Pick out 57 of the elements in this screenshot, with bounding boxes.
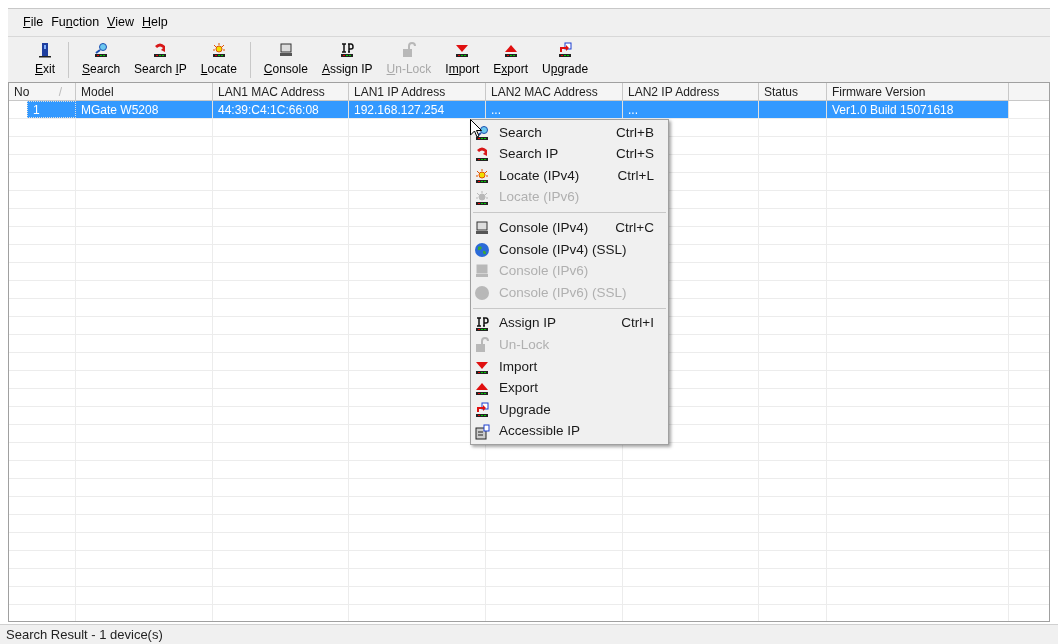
mouse-cursor-icon <box>470 119 482 138</box>
flashing-device-icon <box>210 41 227 58</box>
column-header[interactable]: Firmware Version <box>827 83 1009 100</box>
padlock-icon <box>400 41 417 58</box>
ip-device-icon <box>339 41 356 58</box>
flashing-device-icon <box>474 189 490 206</box>
menu-item[interactable]: Console (IPv4) (SSL) <box>471 238 668 261</box>
menu-item[interactable]: Import <box>471 355 668 378</box>
menu-item[interactable]: Help <box>139 13 171 32</box>
arrow-device-icon <box>474 146 490 163</box>
toolbar-button[interactable]: Upgrade <box>535 41 596 78</box>
upgrade-device-icon <box>557 41 574 58</box>
menu-item[interactable]: Upgrade <box>471 399 668 421</box>
padlock-icon <box>474 337 490 354</box>
table-cell: 1 <box>27 101 76 118</box>
column-header[interactable]: LAN1 IP Address <box>349 83 486 100</box>
globe-icon <box>474 241 490 258</box>
table-cell: MGate W5208 <box>76 101 213 118</box>
column-header[interactable]: Status <box>759 83 827 100</box>
menu-item[interactable]: Export <box>471 377 668 400</box>
toolbar-button[interactable]: Search IP <box>127 41 194 78</box>
menu-item[interactable]: Console (IPv4) Ctrl+C <box>471 217 668 239</box>
menu-item[interactable]: Search IP Ctrl+S <box>471 143 668 166</box>
toolbar-button[interactable]: Locate <box>193 41 244 78</box>
computer-icon <box>474 263 490 280</box>
column-header[interactable]: No / <box>9 83 76 100</box>
table-cell: Ver1.0 Build 15071618 <box>827 101 1009 118</box>
menu-item[interactable]: Accessible IP <box>471 420 668 443</box>
menu-item[interactable]: File <box>20 13 47 32</box>
magnifier-device-icon <box>93 41 110 58</box>
status-text: Search Result - 1 device(s) <box>6 625 163 644</box>
table-cell: 192.168.127.254 <box>349 101 486 118</box>
computer-icon <box>474 220 490 237</box>
ip-device-icon <box>474 315 490 332</box>
table-cell: 44:39:C4:1C:66:08 <box>213 101 349 118</box>
upgrade-device-icon <box>474 401 490 418</box>
arrow-device-icon <box>152 41 169 58</box>
menu-item[interactable]: Assign IP Ctrl+I <box>471 312 668 335</box>
column-header[interactable]: Model <box>76 83 213 100</box>
column-header[interactable]: LAN1 MAC Address <box>213 83 349 100</box>
table-cell: ... <box>623 101 759 118</box>
computer-icon <box>277 41 294 58</box>
menu-item[interactable]: Locate (IPv4) Ctrl+L <box>471 165 668 187</box>
toolbar-button[interactable]: Import <box>438 41 487 78</box>
toolbar-button[interactable]: Assign IP <box>314 41 380 78</box>
globe-icon <box>474 284 490 301</box>
menu-item[interactable]: View <box>104 13 137 32</box>
document-icon <box>474 423 490 440</box>
toolbar-button[interactable]: Console <box>256 41 315 78</box>
column-header[interactable]: LAN2 MAC Address <box>486 83 623 100</box>
toolbar-button[interactable]: Exit <box>28 41 62 78</box>
table-cell: ... <box>486 101 623 118</box>
toolbar-button[interactable]: Export <box>486 41 535 78</box>
flashing-device-icon <box>474 168 490 184</box>
menu-item[interactable]: Function <box>48 13 103 32</box>
toolbar-button[interactable]: Search <box>75 41 128 78</box>
column-header[interactable]: LAN2 IP Address <box>623 83 759 100</box>
